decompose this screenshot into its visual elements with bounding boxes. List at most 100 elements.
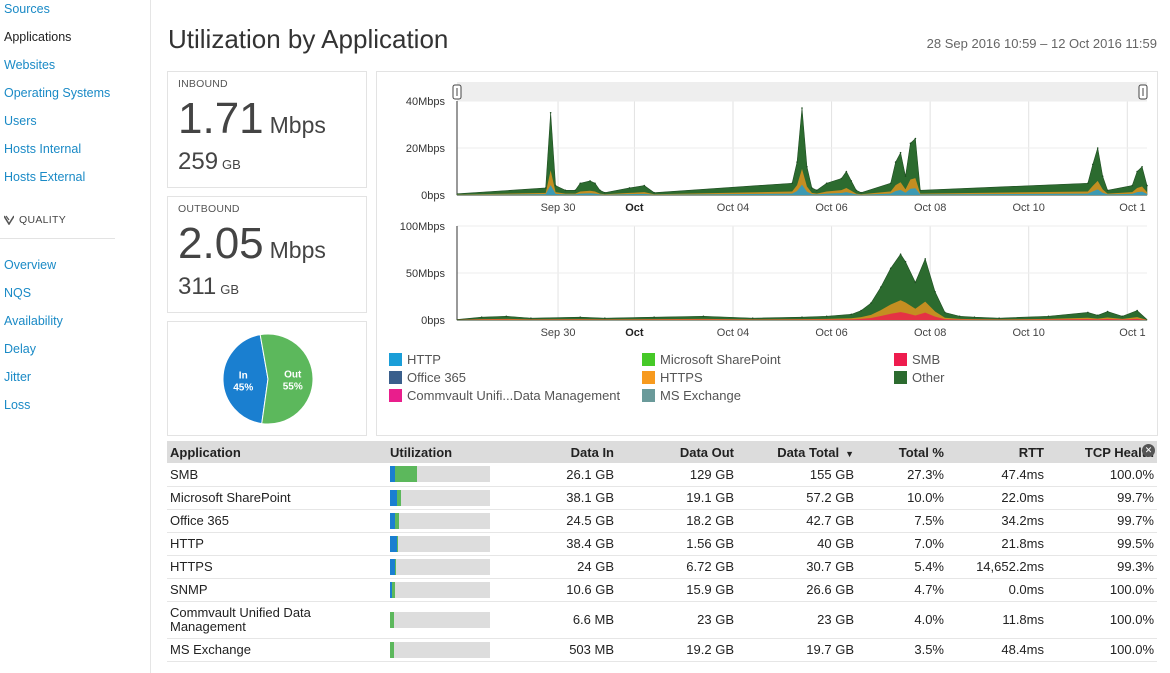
data-point <box>554 184 557 187</box>
sidebar-item-operating-systems[interactable]: Operating Systems <box>4 86 110 100</box>
utilization-cell <box>387 555 497 579</box>
legend-item[interactable]: Commvault Unifi...Data Management <box>389 388 620 403</box>
sidebar-item-hosts-internal[interactable]: Hosts Internal <box>4 142 81 156</box>
data-point <box>860 309 862 312</box>
sidebar-item-overview[interactable]: Overview <box>4 258 56 272</box>
data-point <box>825 182 828 185</box>
inbound-rate-unit: Mbps <box>269 112 326 138</box>
sidebar-item-loss[interactable]: Loss <box>4 398 30 412</box>
data-point <box>589 180 591 182</box>
x-tick-label: Oct 06 <box>815 202 847 214</box>
sidebar-item-applications[interactable]: Applications <box>4 30 71 44</box>
data-total-cell: 42.7 GB <box>737 509 857 533</box>
table-row[interactable]: SMB 26.1 GB 129 GB 155 GB 27.3% 47.4ms 100.0% <box>167 463 1157 487</box>
inbound-volume-unit: GB <box>222 157 241 172</box>
utilization-out-fill <box>395 512 399 529</box>
total-pct-cell: 4.0% <box>857 601 947 639</box>
table-row[interactable]: HTTPS 24 GB 6.72 GB 30.7 GB 5.4% 14,652.2ms 99… <box>167 555 1157 579</box>
table-row[interactable]: MS Exchange 503 MB 19.2 GB 19.7 GB 3.5% 48.4m… <box>167 638 1157 662</box>
data-point <box>1096 314 1099 317</box>
in-out-pie-box: In 45% Out 55% <box>167 321 367 436</box>
sidebar-item-delay[interactable]: Delay <box>4 342 36 356</box>
sort-desc-icon[interactable]: ▼ <box>845 449 854 459</box>
data-point <box>628 187 631 189</box>
data-point <box>899 253 902 255</box>
sidebar-item-hosts-external[interactable]: Hosts External <box>4 170 85 184</box>
col-header-application[interactable]: Application <box>167 441 387 463</box>
y-tick-label: 40Mbps <box>406 96 446 108</box>
data-point <box>653 316 655 318</box>
outbound-rate-value: 2.05 <box>178 219 264 268</box>
x-tick-label: Oct 1 <box>1119 327 1145 339</box>
col-header-total-pct[interactable]: Total % <box>857 441 947 463</box>
table-row[interactable]: SNMP 10.6 GB 15.9 GB 26.6 GB 4.7% 0.0ms 100.0% <box>167 578 1157 602</box>
col-header-data-total-label: Data Total <box>777 444 840 460</box>
outbound-volume-value: 311 <box>178 273 217 300</box>
sidebar-item-jitter[interactable]: Jitter <box>4 370 31 384</box>
data-point <box>889 267 892 270</box>
x-tick-label: Oct <box>625 327 644 339</box>
close-icon[interactable]: ✕ <box>1142 444 1155 457</box>
legend-item[interactable]: MS Exchange <box>642 388 741 403</box>
inbound-label: INBOUND <box>178 78 228 90</box>
app-name-cell: Microsoft SharePoint <box>167 486 387 510</box>
legend-swatch <box>894 353 907 366</box>
data-point <box>998 317 1000 319</box>
outbound-stat-box: OUTBOUND 2.05 Mbps 311 GB <box>167 196 367 313</box>
data-point <box>1096 147 1099 149</box>
utilization-out-fill <box>394 558 396 575</box>
sidebar-item-sources[interactable]: Sources <box>4 2 50 16</box>
x-tick-label: Oct 06 <box>815 327 847 339</box>
col-header-utilization[interactable]: Utilization <box>387 441 497 463</box>
x-tick-label: Oct 04 <box>717 327 749 339</box>
data-point <box>811 187 813 189</box>
legend-item[interactable]: Office 365 <box>389 370 466 385</box>
legend-item[interactable]: SMB <box>894 352 940 367</box>
col-header-data-total[interactable]: Data Total ▼ <box>737 441 857 463</box>
utilization-cell <box>387 578 497 602</box>
total-pct-cell: 10.0% <box>857 486 947 510</box>
data-out-cell: 23 GB <box>617 601 737 639</box>
sidebar-item-nqs[interactable]: NQS <box>4 286 31 300</box>
data-point <box>505 315 508 318</box>
legend-item[interactable]: HTTPS <box>642 370 703 385</box>
table-row[interactable]: Office 365 24.5 GB 18.2 GB 42.7 GB 7.5% 34.2m… <box>167 509 1157 533</box>
utilization-bar <box>390 512 490 529</box>
sidebar-item-users[interactable]: Users <box>4 114 37 128</box>
y-tick-label: 0bps <box>421 190 445 202</box>
col-header-data-out[interactable]: Data Out <box>617 441 737 463</box>
table-row[interactable]: Commvault Unified Data Management 6.6 MB 2… <box>167 601 1157 639</box>
quality-icon <box>4 215 14 225</box>
legend-label: Commvault Unifi...Data Management <box>407 388 621 403</box>
data-point <box>850 313 853 316</box>
range-navigator[interactable] <box>457 82 1147 101</box>
rtt-cell: 14,652.2ms <box>947 555 1047 579</box>
utilization-bar <box>390 611 490 628</box>
legend-item[interactable]: Microsoft SharePoint <box>642 352 781 367</box>
legend-item[interactable]: HTTP <box>389 352 441 367</box>
date-range[interactable]: 28 Sep 2016 10:59 – 12 Oct 2016 11:59 <box>927 36 1157 51</box>
data-point <box>880 286 882 288</box>
sidebar-item-availability[interactable]: Availability <box>4 314 63 328</box>
col-header-data-in[interactable]: Data In <box>497 441 617 463</box>
utilization-out-fill <box>390 641 394 658</box>
x-tick-label: Oct 08 <box>914 327 946 339</box>
total-pct-cell: 5.4% <box>857 555 947 579</box>
legend-item[interactable]: Other <box>894 370 945 385</box>
data-point <box>643 184 646 187</box>
col-header-tcp-health[interactable]: TCP Health <box>1047 441 1157 463</box>
sidebar-item-websites[interactable]: Websites <box>4 58 55 72</box>
utilization-cell <box>387 486 497 510</box>
table-row[interactable]: Microsoft SharePoint 38.1 GB 19.1 GB 57.2 G… <box>167 486 1157 510</box>
data-total-cell: 23 GB <box>737 601 857 639</box>
col-header-rtt[interactable]: RTT <box>947 441 1047 463</box>
outbound-volume-unit: GB <box>220 282 240 297</box>
data-point <box>1087 311 1089 314</box>
utilization-charts: Sep 30 Oct Oct 04 Oct 06 Oct 08 Oct 10 Oct 1 40… <box>400 82 1148 339</box>
data-point <box>944 311 946 314</box>
x-tick-label: Oct 10 <box>1013 202 1045 214</box>
x-tick-label: Oct 08 <box>914 202 946 214</box>
data-in-cell: 503 MB <box>497 638 617 662</box>
series-area-other[interactable] <box>456 253 1148 321</box>
table-row[interactable]: HTTP 38.4 GB 1.56 GB 40 GB 7.0% 21.8ms 99.5% <box>167 532 1157 556</box>
